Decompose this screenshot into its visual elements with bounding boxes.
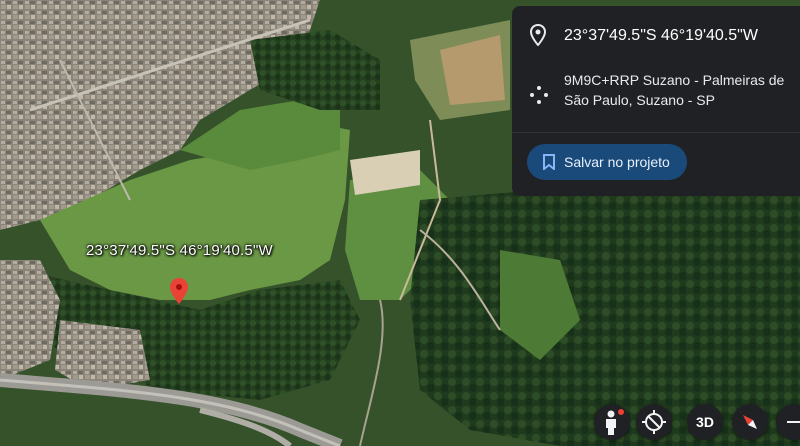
compass-button[interactable] [732,404,768,440]
location-pin-outline-icon [529,24,547,46]
plus-code-row[interactable]: 9M9C+RRP Suzano - Palmeiras de São Paulo… [512,62,800,124]
minus-icon [787,421,800,423]
zoom-out-button[interactable] [776,404,800,440]
coordinates-row[interactable]: 23°37'49.5"S 46°19'40.5"W [512,20,800,54]
reset-rotation-button[interactable] [636,404,672,440]
save-to-project-button[interactable]: Salvar no projeto [527,144,687,180]
three-d-label: 3D [696,414,714,430]
location-pin-icon[interactable] [170,278,188,304]
plus-code-icon [530,86,548,104]
panel-divider [512,132,800,133]
compass-icon [743,415,757,429]
save-button-label: Salvar no projeto [564,154,670,170]
rotate-reset-icon [642,410,666,434]
location-info-panel: 23°37'49.5"S 46°19'40.5"W 9M9C+RRP Suzan… [512,6,800,196]
toggle-3d-button[interactable]: 3D [687,404,723,440]
coordinates-pin-label: 23°37'49.5"S 46°19'40.5"W [86,242,273,259]
plus-code-address: 9M9C+RRP Suzano - Palmeiras de São Paulo… [564,72,785,108]
bookmark-icon [543,154,555,170]
street-view-button[interactable] [594,404,630,440]
person-icon [606,409,624,435]
coordinates-text: 23°37'49.5"S 46°19'40.5"W [564,27,758,44]
